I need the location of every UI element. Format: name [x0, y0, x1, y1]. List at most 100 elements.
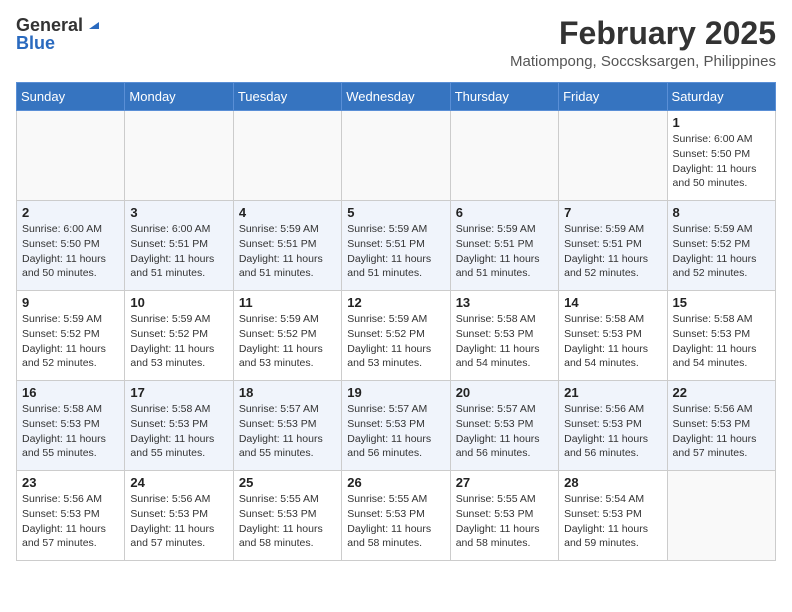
- page-header: General Blue February 2025 Matiompong, S…: [16, 16, 776, 70]
- calendar-cell: 13 Sunrise: 5:58 AM Sunset: 5:53 PM Dayli…: [450, 291, 558, 381]
- calendar-header-row: SundayMondayTuesdayWednesdayThursdayFrid…: [17, 83, 776, 111]
- month-title: February 2025: [510, 16, 776, 51]
- day-info: Sunrise: 5:58 AM Sunset: 5:53 PM Dayligh…: [130, 402, 227, 461]
- calendar-cell: 27 Sunrise: 5:55 AM Sunset: 5:53 PM Dayli…: [450, 471, 558, 561]
- day-number: 3: [130, 205, 227, 220]
- day-number: 27: [456, 475, 553, 490]
- day-info: Sunrise: 5:59 AM Sunset: 5:51 PM Dayligh…: [456, 222, 553, 281]
- day-number: 19: [347, 385, 444, 400]
- day-info: Sunrise: 6:00 AM Sunset: 5:50 PM Dayligh…: [673, 132, 770, 191]
- day-number: 10: [130, 295, 227, 310]
- day-info: Sunrise: 5:59 AM Sunset: 5:51 PM Dayligh…: [347, 222, 444, 281]
- day-number: 24: [130, 475, 227, 490]
- day-number: 13: [456, 295, 553, 310]
- day-info: Sunrise: 6:00 AM Sunset: 5:50 PM Dayligh…: [22, 222, 119, 281]
- day-info: Sunrise: 5:59 AM Sunset: 5:52 PM Dayligh…: [22, 312, 119, 371]
- column-header-saturday: Saturday: [667, 83, 775, 111]
- calendar-cell: 26Sunrise: 5:55 AM Sunset: 5:53 PM Dayli…: [342, 471, 450, 561]
- day-info: Sunrise: 5:56 AM Sunset: 5:53 PM Dayligh…: [22, 492, 119, 551]
- day-number: 20: [456, 385, 553, 400]
- day-number: 12: [347, 295, 444, 310]
- day-number: 2: [22, 205, 119, 220]
- day-number: 23: [22, 475, 119, 490]
- day-info: Sunrise: 5:54 AM Sunset: 5:53 PM Dayligh…: [564, 492, 661, 551]
- day-info: Sunrise: 5:59 AM Sunset: 5:52 PM Dayligh…: [239, 312, 336, 371]
- calendar-cell: 15Sunrise: 5:58 AM Sunset: 5:53 PM Dayli…: [667, 291, 775, 381]
- calendar-cell: 2 Sunrise: 6:00 AM Sunset: 5:50 PM Daylig…: [17, 201, 125, 291]
- calendar-cell: 22 Sunrise: 5:56 AM Sunset: 5:53 PM Dayli…: [667, 381, 775, 471]
- calendar-cell: [450, 111, 558, 201]
- day-number: 17: [130, 385, 227, 400]
- day-info: Sunrise: 5:58 AM Sunset: 5:53 PM Dayligh…: [564, 312, 661, 371]
- day-info: Sunrise: 5:57 AM Sunset: 5:53 PM Dayligh…: [347, 402, 444, 461]
- calendar-cell: 23 Sunrise: 5:56 AM Sunset: 5:53 PM Dayli…: [17, 471, 125, 561]
- day-info: Sunrise: 5:59 AM Sunset: 5:52 PM Dayligh…: [130, 312, 227, 371]
- calendar-cell: 8 Sunrise: 5:59 AM Sunset: 5:52 PM Daylig…: [667, 201, 775, 291]
- column-header-friday: Friday: [559, 83, 667, 111]
- calendar-cell: [17, 111, 125, 201]
- logo-general-text: General: [16, 16, 83, 34]
- calendar-table: SundayMondayTuesdayWednesdayThursdayFrid…: [16, 82, 776, 561]
- calendar-cell: 1 Sunrise: 6:00 AM Sunset: 5:50 PM Daylig…: [667, 111, 775, 201]
- day-info: Sunrise: 5:57 AM Sunset: 5:53 PM Dayligh…: [239, 402, 336, 461]
- day-number: 4: [239, 205, 336, 220]
- location-title: Matiompong, Soccsksargen, Philippines: [510, 53, 776, 70]
- column-header-monday: Monday: [125, 83, 233, 111]
- day-number: 14: [564, 295, 661, 310]
- calendar-cell: 3Sunrise: 6:00 AM Sunset: 5:51 PM Daylig…: [125, 201, 233, 291]
- calendar-cell: 21Sunrise: 5:56 AM Sunset: 5:53 PM Dayli…: [559, 381, 667, 471]
- day-info: Sunrise: 5:56 AM Sunset: 5:53 PM Dayligh…: [564, 402, 661, 461]
- calendar-week-row: 23 Sunrise: 5:56 AM Sunset: 5:53 PM Dayli…: [17, 471, 776, 561]
- calendar-week-row: 9 Sunrise: 5:59 AM Sunset: 5:52 PM Daylig…: [17, 291, 776, 381]
- column-header-thursday: Thursday: [450, 83, 558, 111]
- day-number: 26: [347, 475, 444, 490]
- day-number: 9: [22, 295, 119, 310]
- calendar-cell: 7 Sunrise: 5:59 AM Sunset: 5:51 PM Daylig…: [559, 201, 667, 291]
- calendar-week-row: 1 Sunrise: 6:00 AM Sunset: 5:50 PM Daylig…: [17, 111, 776, 201]
- logo: General Blue: [16, 16, 103, 52]
- calendar-cell: 10 Sunrise: 5:59 AM Sunset: 5:52 PM Dayli…: [125, 291, 233, 381]
- calendar-cell: [233, 111, 341, 201]
- calendar-cell: 18Sunrise: 5:57 AM Sunset: 5:53 PM Dayli…: [233, 381, 341, 471]
- day-info: Sunrise: 5:55 AM Sunset: 5:53 PM Dayligh…: [456, 492, 553, 551]
- calendar-cell: 25 Sunrise: 5:55 AM Sunset: 5:53 PM Dayli…: [233, 471, 341, 561]
- calendar-cell: 12 Sunrise: 5:59 AM Sunset: 5:52 PM Dayli…: [342, 291, 450, 381]
- day-number: 6: [456, 205, 553, 220]
- day-info: Sunrise: 5:57 AM Sunset: 5:53 PM Dayligh…: [456, 402, 553, 461]
- day-info: Sunrise: 5:58 AM Sunset: 5:53 PM Dayligh…: [22, 402, 119, 461]
- calendar-cell: 5 Sunrise: 5:59 AM Sunset: 5:51 PM Daylig…: [342, 201, 450, 291]
- day-number: 25: [239, 475, 336, 490]
- day-info: Sunrise: 5:59 AM Sunset: 5:52 PM Dayligh…: [673, 222, 770, 281]
- calendar-cell: 20 Sunrise: 5:57 AM Sunset: 5:53 PM Dayli…: [450, 381, 558, 471]
- day-number: 11: [239, 295, 336, 310]
- day-info: Sunrise: 5:59 AM Sunset: 5:51 PM Dayligh…: [564, 222, 661, 281]
- day-number: 16: [22, 385, 119, 400]
- calendar-cell: 9 Sunrise: 5:59 AM Sunset: 5:52 PM Daylig…: [17, 291, 125, 381]
- calendar-cell: 19 Sunrise: 5:57 AM Sunset: 5:53 PM Dayli…: [342, 381, 450, 471]
- day-number: 28: [564, 475, 661, 490]
- column-header-wednesday: Wednesday: [342, 83, 450, 111]
- calendar-cell: 16 Sunrise: 5:58 AM Sunset: 5:53 PM Dayli…: [17, 381, 125, 471]
- column-header-sunday: Sunday: [17, 83, 125, 111]
- day-info: Sunrise: 5:59 AM Sunset: 5:52 PM Dayligh…: [347, 312, 444, 371]
- day-number: 5: [347, 205, 444, 220]
- calendar-cell: 14 Sunrise: 5:58 AM Sunset: 5:53 PM Dayli…: [559, 291, 667, 381]
- day-number: 1: [673, 115, 770, 130]
- calendar-week-row: 2 Sunrise: 6:00 AM Sunset: 5:50 PM Daylig…: [17, 201, 776, 291]
- day-info: Sunrise: 5:56 AM Sunset: 5:53 PM Dayligh…: [673, 402, 770, 461]
- calendar-cell: 28 Sunrise: 5:54 AM Sunset: 5:53 PM Dayli…: [559, 471, 667, 561]
- calendar-cell: 17 Sunrise: 5:58 AM Sunset: 5:53 PM Dayli…: [125, 381, 233, 471]
- logo-blue-text: Blue: [16, 34, 55, 52]
- day-number: 22: [673, 385, 770, 400]
- calendar-cell: 11 Sunrise: 5:59 AM Sunset: 5:52 PM Dayli…: [233, 291, 341, 381]
- calendar-cell: 24Sunrise: 5:56 AM Sunset: 5:53 PM Dayli…: [125, 471, 233, 561]
- calendar-cell: [125, 111, 233, 201]
- day-info: Sunrise: 5:58 AM Sunset: 5:53 PM Dayligh…: [456, 312, 553, 371]
- calendar-cell: [559, 111, 667, 201]
- calendar-week-row: 16 Sunrise: 5:58 AM Sunset: 5:53 PM Dayli…: [17, 381, 776, 471]
- calendar-cell: 4Sunrise: 5:59 AM Sunset: 5:51 PM Daylig…: [233, 201, 341, 291]
- title-block: February 2025 Matiompong, Soccsksargen, …: [510, 16, 776, 70]
- day-number: 7: [564, 205, 661, 220]
- day-info: Sunrise: 5:55 AM Sunset: 5:53 PM Dayligh…: [239, 492, 336, 551]
- day-number: 8: [673, 205, 770, 220]
